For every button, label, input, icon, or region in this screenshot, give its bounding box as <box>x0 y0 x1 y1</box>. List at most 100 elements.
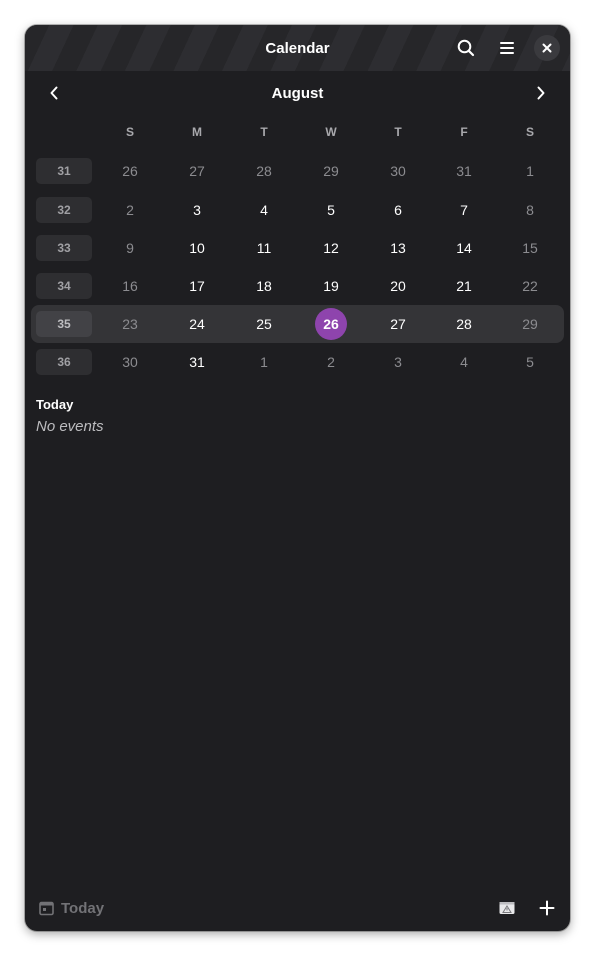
day-cell[interactable]: 10 <box>177 229 217 267</box>
day-cell[interactable]: 13 <box>378 229 418 267</box>
day-cell[interactable]: 22 <box>510 267 550 305</box>
day-number: 3 <box>193 202 201 218</box>
day-cell[interactable]: 18 <box>244 267 284 305</box>
day-cell[interactable]: 5 <box>510 343 550 381</box>
weekday-header: W <box>325 125 337 139</box>
day-cell[interactable]: 1 <box>244 343 284 381</box>
day-cell[interactable]: 5 <box>311 191 351 229</box>
week-number: 31 <box>36 158 92 184</box>
day-number: 19 <box>323 278 339 294</box>
day-number: 5 <box>526 354 534 370</box>
calendar-icon <box>39 901 54 915</box>
week-row: 36 30 31 1 2 3 4 5 <box>25 343 570 381</box>
day-cell[interactable]: 14 <box>444 229 484 267</box>
day-cell[interactable]: 8 <box>510 191 550 229</box>
weekday-header: F <box>460 125 468 139</box>
day-cell[interactable]: 21 <box>444 267 484 305</box>
next-month-button[interactable] <box>525 77 557 109</box>
day-cell[interactable]: 29 <box>311 152 351 190</box>
day-cell[interactable]: 27 <box>177 152 217 190</box>
day-cell[interactable]: 30 <box>110 343 150 381</box>
day-cell[interactable]: 30 <box>378 152 418 190</box>
day-number: 21 <box>456 278 472 294</box>
calendar-window: Calendar August S M T W T F S 31 26 27 2… <box>25 25 570 931</box>
day-number: 5 <box>327 202 335 218</box>
day-cell[interactable]: 27 <box>378 305 418 343</box>
day-number: 27 <box>189 163 205 179</box>
day-cell[interactable]: 24 <box>177 305 217 343</box>
day-cell[interactable]: 28 <box>244 152 284 190</box>
day-cell[interactable]: 7 <box>444 191 484 229</box>
close-icon <box>542 43 552 53</box>
day-number: 30 <box>122 354 138 370</box>
week-number: 36 <box>36 349 92 375</box>
weekday-header: T <box>260 125 268 139</box>
day-cell[interactable]: 19 <box>311 267 351 305</box>
week-row: 33 9 10 11 12 13 14 15 <box>25 229 570 267</box>
day-number: 2 <box>327 354 335 370</box>
day-number: 24 <box>189 316 205 332</box>
day-cell[interactable]: 1 <box>510 152 550 190</box>
week-number: 32 <box>36 197 92 223</box>
calendar-status-button[interactable] <box>492 893 522 923</box>
day-number: 16 <box>122 278 138 294</box>
search-button[interactable] <box>451 33 481 63</box>
day-cell[interactable]: 3 <box>177 191 217 229</box>
day-cell[interactable]: 16 <box>110 267 150 305</box>
day-number: 31 <box>456 163 472 179</box>
day-number: 25 <box>256 316 272 332</box>
day-number: 17 <box>189 278 205 294</box>
day-cell[interactable]: 31 <box>177 343 217 381</box>
day-number: 1 <box>260 354 268 370</box>
day-number: 4 <box>460 354 468 370</box>
day-number: 14 <box>456 240 472 256</box>
day-number: 3 <box>394 354 402 370</box>
day-cell[interactable]: 25 <box>244 305 284 343</box>
week-row: 31 26 27 28 29 30 31 1 <box>25 152 570 190</box>
hamburger-menu-icon <box>500 42 514 54</box>
day-number: 9 <box>126 240 134 256</box>
day-cell[interactable]: 4 <box>444 343 484 381</box>
day-number: 6 <box>394 202 402 218</box>
day-number: 13 <box>390 240 406 256</box>
day-number: 15 <box>522 240 538 256</box>
today-button[interactable]: Today <box>39 896 104 920</box>
main-menu-button[interactable] <box>492 33 522 63</box>
weekday-header: S <box>125 125 134 139</box>
weekday-header: M <box>192 125 202 139</box>
day-number: 22 <box>522 278 538 294</box>
header-bar: Calendar <box>25 25 570 71</box>
day-cell[interactable]: 28 <box>444 305 484 343</box>
day-number: 31 <box>189 354 205 370</box>
day-number: 4 <box>260 202 268 218</box>
week-number: 34 <box>36 273 92 299</box>
day-cell[interactable]: 15 <box>510 229 550 267</box>
day-number: 30 <box>390 163 406 179</box>
day-cell[interactable]: 31 <box>444 152 484 190</box>
day-cell[interactable]: 20 <box>378 267 418 305</box>
day-cell[interactable]: 6 <box>378 191 418 229</box>
day-number: 27 <box>390 316 406 332</box>
day-cell[interactable]: 12 <box>311 229 351 267</box>
day-cell[interactable]: 29 <box>510 305 550 343</box>
close-button[interactable] <box>534 35 560 61</box>
day-number: 23 <box>122 316 138 332</box>
day-cell[interactable]: 11 <box>244 229 284 267</box>
day-cell[interactable]: 26 <box>110 152 150 190</box>
day-cell[interactable]: 2 <box>110 191 150 229</box>
day-number: 7 <box>460 202 468 218</box>
day-number: 28 <box>456 316 472 332</box>
week-row: 34 16 17 18 19 20 21 22 <box>25 267 570 305</box>
week-number: 35 <box>36 311 92 337</box>
day-cell-today[interactable]: 26 <box>311 305 351 343</box>
day-cell[interactable]: 9 <box>110 229 150 267</box>
day-cell[interactable]: 17 <box>177 267 217 305</box>
add-event-button[interactable] <box>532 893 562 923</box>
day-cell[interactable]: 2 <box>311 343 351 381</box>
day-number: 18 <box>256 278 272 294</box>
day-cell[interactable]: 23 <box>110 305 150 343</box>
day-cell[interactable]: 3 <box>378 343 418 381</box>
chevron-right-icon <box>537 86 545 100</box>
day-cell[interactable]: 4 <box>244 191 284 229</box>
day-number: 1 <box>526 163 534 179</box>
